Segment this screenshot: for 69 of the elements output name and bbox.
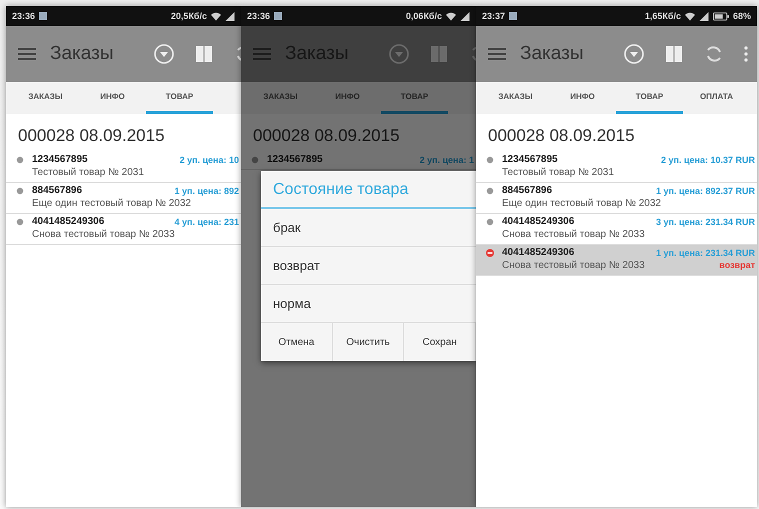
dropdown-circle-icon[interactable] [154,44,174,64]
order-header: 000028 08.09.2015 [17,126,166,147]
product-price: 2 уп. цена: 10.37 RUR [661,154,756,164]
battery-icon [712,12,729,20]
network-speed: 20,5Кб/с [170,11,207,21]
book-icon[interactable] [429,44,449,64]
product-name: Снова тестовый товар № 2033 [502,229,645,240]
network-speed: 1,65Кб/с [644,11,681,21]
product-state: возврат [719,260,756,271]
tab[interactable]: ИНФО [549,82,616,114]
product-name: Снова тестовый товар № 2033 [502,260,645,271]
tab[interactable]: ЗАКАЗЫ [482,82,549,114]
product-code: 4041485249306 [502,247,574,258]
product-code: 884567896 [502,185,552,196]
product-code: 4041485249306 [32,216,104,227]
product-code: 1234567895 [502,154,558,165]
product-name: Тестовый товар № 2031 [502,167,614,178]
wifi-icon [684,12,695,20]
dialog-button[interactable]: Очистить [332,323,404,361]
notification-icon [39,12,48,20]
tab[interactable]: ТОВАР [146,82,213,114]
dropdown-circle-icon[interactable] [624,44,644,64]
product-row[interactable]: 1234567895 2 уп. цена: 1 [241,152,476,170]
dialog-button[interactable]: Отмена [261,323,333,361]
book-icon[interactable] [664,44,684,64]
product-price: 3 уп. цена: 231.34 RUR [656,216,756,226]
product-price: 4 уп. цена: 231 [174,216,240,226]
product-name: Тестовый товар № 2031 [32,167,144,178]
tab[interactable]: ИНФО [79,82,146,114]
product-name: Еще один тестовый товар № 2032 [502,198,661,209]
product-code: 4041485249306 [502,216,574,227]
battery-level: 68% [732,11,751,21]
tab[interactable]: ЗАКАЗЫ [12,82,79,114]
product-price: 2 уп. цена: 10 [180,154,240,164]
status-time: 23:36 [12,11,36,21]
product-row[interactable]: 1234567895 2 уп. цена: 10.37 RUR Тестовый товар № 2031 [476,152,757,183]
signal-icon [698,12,709,20]
status-time: 23:37 [482,11,506,21]
tab[interactable]: ОПЛАТА [683,82,750,114]
product-price: 2 уп. цена: 1 [420,154,475,164]
more-icon[interactable] [744,46,748,62]
order-header: 000028 08.09.2015 [487,126,636,147]
dropdown-circle-icon[interactable] [389,44,409,64]
product-row[interactable]: 4041485249306 1 уп. цена: 231.34 RUR Снова тестовый товар № 2033 возврат [476,245,757,276]
signal-icon [225,12,235,20]
product-code: 1234567895 [267,154,323,165]
product-row[interactable]: 884567896 1 уп. цена: 892.37 RUR Еще один тестовый товар № 2032 [476,183,757,214]
network-speed: 0,06Кб/с [406,11,442,21]
wifi-icon [211,12,221,20]
notification-icon [274,12,282,20]
tab[interactable]: ТОВАР [616,82,683,114]
book-icon[interactable] [194,44,214,64]
product-price: 1 уп. цена: 231.34 RUR [656,248,756,258]
notification-icon [509,12,518,20]
product-name: Еще один тестовый товар № 2032 [32,198,191,209]
toolbar-title: Заказы [50,43,114,65]
toolbar-title: Заказы [520,43,584,65]
wifi-icon [446,12,456,20]
product-name: Снова тестовый товар № 2033 [32,229,175,240]
menu-icon[interactable] [253,47,271,61]
order-header: 000028 08.09.2015 [252,126,401,147]
signal-icon [460,12,470,20]
product-code: 1234567895 [32,154,88,165]
product-price: 1 уп. цена: 892 [174,186,240,196]
product-price: 1 уп. цена: 892.37 RUR [656,186,756,196]
menu-icon[interactable] [488,47,506,61]
product-code: 884567896 [32,185,82,196]
menu-icon[interactable] [18,47,36,61]
status-time: 23:36 [247,11,270,21]
